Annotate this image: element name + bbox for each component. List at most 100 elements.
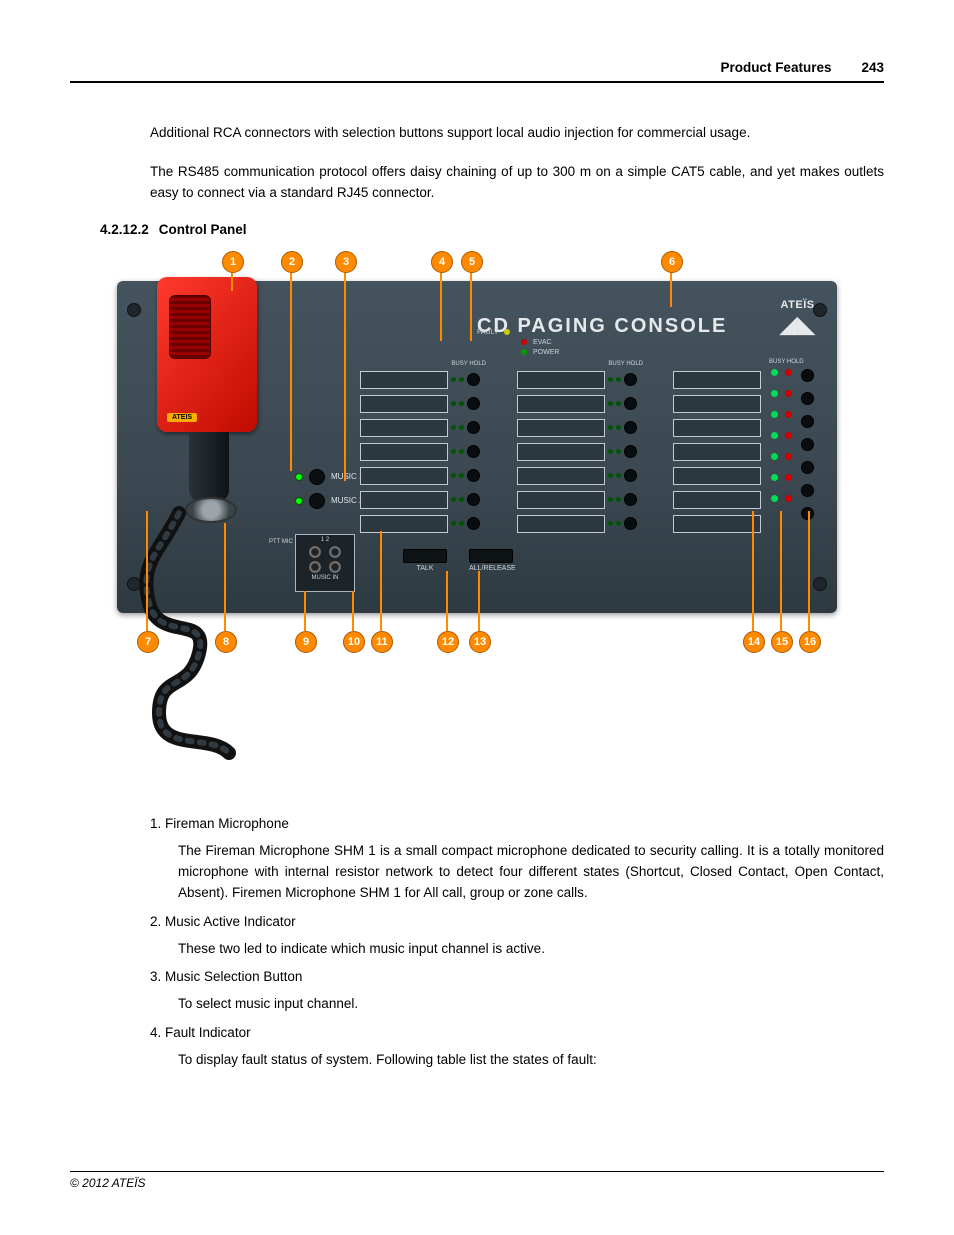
callout-13: 13 [469, 631, 491, 653]
busy-hold-label: BUSY HOLD [769, 359, 804, 365]
zone-label-slot [517, 467, 605, 485]
zone-label-slot [673, 443, 761, 461]
screw-icon [813, 577, 827, 591]
rca-jack-icon[interactable] [329, 561, 341, 573]
callout-3: 3 [335, 251, 357, 273]
zone-group-1: BUSY HOLD [360, 371, 480, 539]
callout-15: 15 [771, 631, 793, 653]
evac-led-icon [521, 339, 527, 345]
callout-8: 8 [215, 631, 237, 653]
zone-label-slot [517, 491, 605, 509]
zone-led-icon [616, 425, 621, 430]
brand-triangle-icon: ◢◣ [780, 313, 815, 337]
zone-label-slot [673, 491, 761, 509]
all-release-button[interactable] [469, 549, 513, 563]
callout-5: 5 [461, 251, 483, 273]
zone-button[interactable] [467, 517, 480, 530]
zone-led-icon [451, 449, 456, 454]
led-icon [785, 495, 792, 502]
mic-brand-badge: ATEÏS [167, 413, 197, 422]
zone-button[interactable] [467, 373, 480, 386]
screw-icon [127, 303, 141, 317]
zone-led-icon [459, 401, 464, 406]
vertical-button[interactable] [801, 369, 814, 382]
zone-led-icon [451, 497, 456, 502]
intro-paragraph-2: The RS485 communication protocol offers … [150, 162, 884, 204]
callout-4: 4 [431, 251, 453, 273]
zone-label-slot [360, 491, 448, 509]
zone-label-slot [673, 467, 761, 485]
vertical-button[interactable] [801, 438, 814, 451]
zone-button[interactable] [624, 397, 637, 410]
status-indicators: FAULT EVAC POWER [477, 329, 559, 359]
zone-label-slot [360, 419, 448, 437]
zone-led-icon [459, 425, 464, 430]
page-footer: © 2012 ATEÏS [70, 1171, 884, 1190]
zone-button[interactable] [467, 469, 480, 482]
intro-paragraph-1: Additional RCA connectors with selection… [150, 123, 884, 144]
vertical-button[interactable] [801, 415, 814, 428]
led-icon [771, 390, 778, 397]
zone-button[interactable] [624, 469, 637, 482]
list-item: 3. Music Selection Button To select musi… [150, 969, 884, 1015]
led-icon [771, 432, 778, 439]
led-icon [785, 432, 792, 439]
led-icon [771, 474, 778, 481]
zone-button[interactable] [467, 421, 480, 434]
rca-jack-icon[interactable] [329, 546, 341, 558]
zone-led-icon [451, 473, 456, 478]
callout-12: 12 [437, 631, 459, 653]
led-icon [785, 390, 792, 397]
led-icon [785, 474, 792, 481]
zone-led-icon [616, 449, 621, 454]
zone-label-slot [517, 419, 605, 437]
screw-icon [813, 303, 827, 317]
callout-2: 2 [281, 251, 303, 273]
brand-logo: ATEÏS ◢◣ [780, 299, 815, 337]
zone-led-icon [616, 377, 621, 382]
zone-label-slot [360, 515, 448, 533]
callout-6: 6 [661, 251, 683, 273]
vertical-button[interactable] [801, 461, 814, 474]
zone-group-3 [673, 371, 761, 539]
page-header: Product Features 243 [70, 60, 884, 83]
zone-button[interactable] [467, 445, 480, 458]
list-item: 4. Fault Indicator To display fault stat… [150, 1025, 884, 1071]
zone-label-slot [360, 443, 448, 461]
section-title: Control Panel [159, 222, 247, 237]
zone-label-slot [673, 395, 761, 413]
zone-led-icon [451, 377, 456, 382]
zone-led-icon [451, 425, 456, 430]
zone-label-slot [673, 515, 761, 533]
vertical-button[interactable] [801, 484, 814, 497]
zone-led-icon [608, 497, 613, 502]
zone-led-icon [459, 377, 464, 382]
zone-label-slot [673, 371, 761, 389]
section-number: 4.2.12.2 [100, 222, 149, 237]
zone-button[interactable] [467, 493, 480, 506]
zone-led-icon [451, 401, 456, 406]
led-icon [771, 369, 778, 376]
zone-button[interactable] [624, 421, 637, 434]
all-release-control: ALL/RELEASE [469, 549, 516, 572]
led-icon [771, 495, 778, 502]
zone-button[interactable] [624, 373, 637, 386]
zone-button[interactable] [624, 517, 637, 530]
zone-led-icon [616, 473, 621, 478]
zone-led-icon [608, 473, 613, 478]
control-panel-figure: 1 2 3 4 5 6 CD PAGING CONSOLE ATEÏS ◢◣ [117, 251, 837, 796]
talk-button[interactable] [403, 549, 447, 563]
zone-label-slot [360, 467, 448, 485]
zone-button[interactable] [624, 493, 637, 506]
zone-led-icon [459, 473, 464, 478]
zone-button[interactable] [467, 397, 480, 410]
callout-14: 14 [743, 631, 765, 653]
vertical-button[interactable] [801, 392, 814, 405]
zone-button[interactable] [624, 445, 637, 458]
led-icon [771, 453, 778, 460]
section-heading: 4.2.12.2 Control Panel [100, 222, 884, 237]
zone-label-slot [517, 371, 605, 389]
zone-led-icon [616, 521, 621, 526]
zone-led-icon [459, 449, 464, 454]
led-icon [785, 453, 792, 460]
